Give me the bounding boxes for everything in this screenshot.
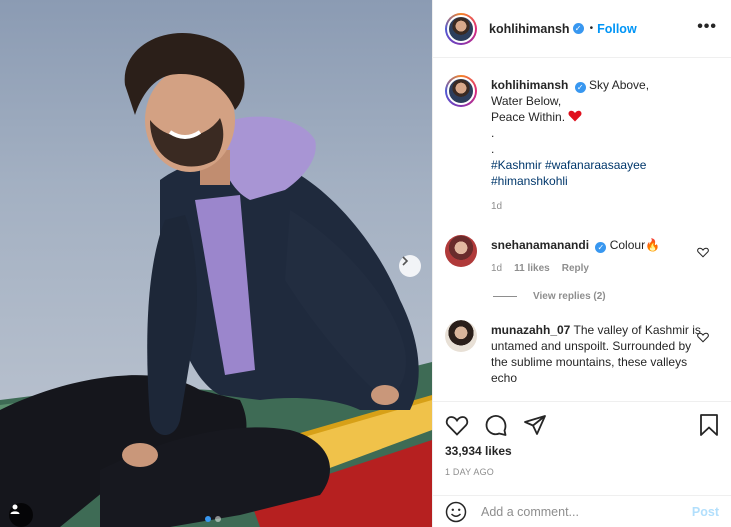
next-photo-button[interactable] bbox=[399, 255, 421, 277]
fire-emoji-icon: 🔥 bbox=[645, 238, 661, 252]
comment-input[interactable]: Add a comment... bbox=[481, 505, 692, 519]
comment-bubble-icon[interactable] bbox=[484, 413, 508, 437]
author-username[interactable]: kohlihimansh bbox=[489, 22, 570, 36]
post-comment-button[interactable]: Post bbox=[692, 505, 719, 519]
comment-likes[interactable]: 11 likes bbox=[514, 261, 550, 277]
post-actions: 33,934 likes 1 DAY AGO bbox=[433, 401, 731, 483]
chevron-right-icon bbox=[402, 256, 409, 266]
caption-dot-1: . bbox=[491, 126, 495, 140]
verified-badge-icon: ✓ bbox=[595, 242, 607, 253]
commenter-avatar[interactable] bbox=[445, 235, 477, 267]
caption-avatar[interactable] bbox=[445, 75, 477, 107]
tagged-users-button[interactable] bbox=[9, 503, 33, 527]
view-replies-line bbox=[493, 296, 517, 297]
author-avatar[interactable] bbox=[445, 12, 477, 45]
caption-line-1: Sky Above, bbox=[589, 78, 650, 92]
post-header: kohlihimansh ✓ • Follow ••• bbox=[433, 0, 731, 58]
share-paper-plane-icon[interactable] bbox=[523, 414, 547, 436]
post-details-panel: kohlihimansh ✓ • Follow ••• kohlihimansh… bbox=[432, 0, 731, 527]
comment-text: Colour bbox=[609, 238, 646, 252]
post-photo[interactable] bbox=[0, 0, 432, 527]
separator-dot: • bbox=[589, 23, 594, 34]
emoji-smiley-icon[interactable] bbox=[445, 501, 467, 523]
add-comment-bar: Add a comment... Post bbox=[433, 495, 731, 527]
like-comment-heart-icon[interactable] bbox=[697, 247, 709, 258]
carousel-dot bbox=[215, 516, 221, 522]
caption-line-3: Peace Within. bbox=[491, 110, 566, 124]
photo-illustration bbox=[0, 0, 432, 527]
caption: kohlihimansh ✓ Sky Above, Water Below, P… bbox=[445, 75, 719, 215]
bookmark-icon[interactable] bbox=[699, 413, 719, 437]
comment-item: snehanamanandi ✓ Colour🔥 1d 11 likes Rep… bbox=[445, 235, 719, 277]
like-comment-heart-icon[interactable] bbox=[697, 332, 709, 343]
carousel-indicator bbox=[205, 516, 221, 522]
comment-item: munazahh_07 The valley of Kashmir is unt… bbox=[445, 320, 719, 386]
reply-button[interactable]: Reply bbox=[562, 261, 589, 277]
commenter-username[interactable]: snehanamanandi bbox=[491, 238, 589, 252]
commenter-avatar[interactable] bbox=[445, 320, 477, 352]
red-heart-emoji-icon bbox=[568, 110, 582, 122]
verified-badge-icon: ✓ bbox=[572, 23, 584, 34]
view-replies-label: View replies (2) bbox=[533, 291, 606, 302]
hashtag-line-2[interactable]: #himanshkohli bbox=[491, 173, 701, 189]
caption-line-2: Water Below, bbox=[491, 94, 562, 108]
caption-username[interactable]: kohlihimansh bbox=[491, 78, 568, 92]
carousel-dot-active bbox=[205, 516, 211, 522]
commenter-username[interactable]: munazahh_07 bbox=[491, 323, 570, 337]
user-icon bbox=[10, 504, 20, 514]
caption-time[interactable]: 1d bbox=[491, 199, 502, 215]
hashtag-line-1[interactable]: #Kashmir #wafanaraasaayee bbox=[491, 157, 701, 173]
follow-button[interactable]: Follow bbox=[597, 22, 637, 36]
like-heart-icon[interactable] bbox=[445, 414, 469, 436]
verified-badge-icon: ✓ bbox=[574, 82, 586, 93]
view-replies-button[interactable]: View replies (2) bbox=[493, 291, 719, 302]
post-timestamp[interactable]: 1 DAY AGO bbox=[445, 467, 719, 477]
comments-list[interactable]: kohlihimansh ✓ Sky Above, Water Below, P… bbox=[433, 59, 731, 401]
caption-dot-2: . bbox=[491, 142, 495, 156]
comment-time[interactable]: 1d bbox=[491, 261, 502, 277]
more-options-icon[interactable]: ••• bbox=[697, 18, 717, 36]
